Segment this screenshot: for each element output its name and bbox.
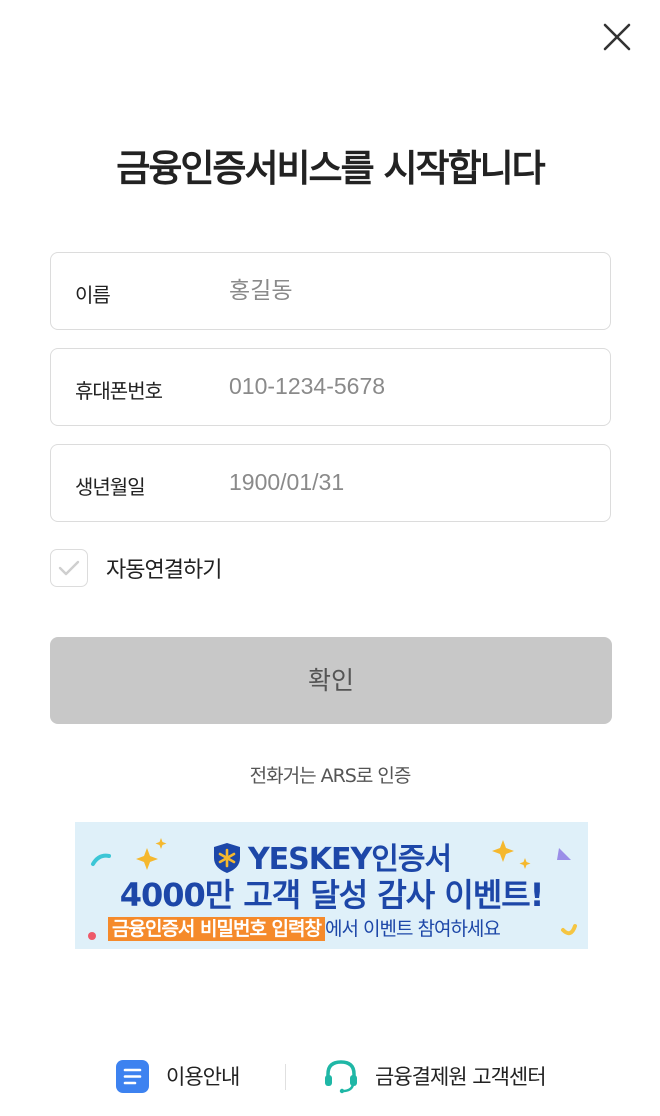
usage-guide-link[interactable]: 이용안내 xyxy=(115,1058,240,1094)
banner-line3: 금융인증서 비밀번호 입력창 에서 이벤트 참여하세요 xyxy=(108,914,501,941)
auto-connect-label[interactable]: 자동연결하기 xyxy=(106,552,222,584)
customer-center-link[interactable]: 금융결제원 고객센터 xyxy=(323,1058,547,1094)
ars-auth-link[interactable]: 전화거는 ARS로 인증 xyxy=(0,761,660,788)
usage-guide-label: 이용안내 xyxy=(166,1065,240,1089)
headset-icon xyxy=(325,1060,357,1094)
birthdate-field: 생년월일 xyxy=(50,444,611,522)
footer-divider xyxy=(285,1064,286,1090)
event-banner[interactable]: YESKEY인증서 4000만 고객 달성 감사 이벤트! 금융인증서 비밀번호… xyxy=(75,822,588,949)
customer-center-label: 금융결제원 고객센터 xyxy=(375,1065,547,1089)
close-button[interactable] xyxy=(600,20,634,54)
page-title: 금융인증서비스를 시작합니다 xyxy=(116,147,545,190)
banner-line3-rest: 에서 이벤트 참여하세요 xyxy=(325,918,501,940)
birthdate-input[interactable] xyxy=(229,461,589,503)
name-input[interactable] xyxy=(229,269,589,311)
check-icon xyxy=(58,560,80,576)
name-label: 이름 xyxy=(75,283,111,307)
confirm-button[interactable]: 확인 xyxy=(50,637,612,724)
auto-connect-checkbox[interactable] xyxy=(50,549,88,587)
birthdate-label: 생년월일 xyxy=(75,475,146,499)
name-field: 이름 xyxy=(50,252,611,330)
banner-line2: 4000만 고객 달성 감사 이벤트! xyxy=(119,876,545,914)
close-icon xyxy=(603,23,631,51)
document-icon xyxy=(116,1059,149,1093)
banner-highlight: 금융인증서 비밀번호 입력창 xyxy=(108,917,325,941)
phone-field: 휴대폰번호 xyxy=(50,348,611,426)
phone-input[interactable] xyxy=(229,365,589,407)
phone-label: 휴대폰번호 xyxy=(75,379,163,403)
